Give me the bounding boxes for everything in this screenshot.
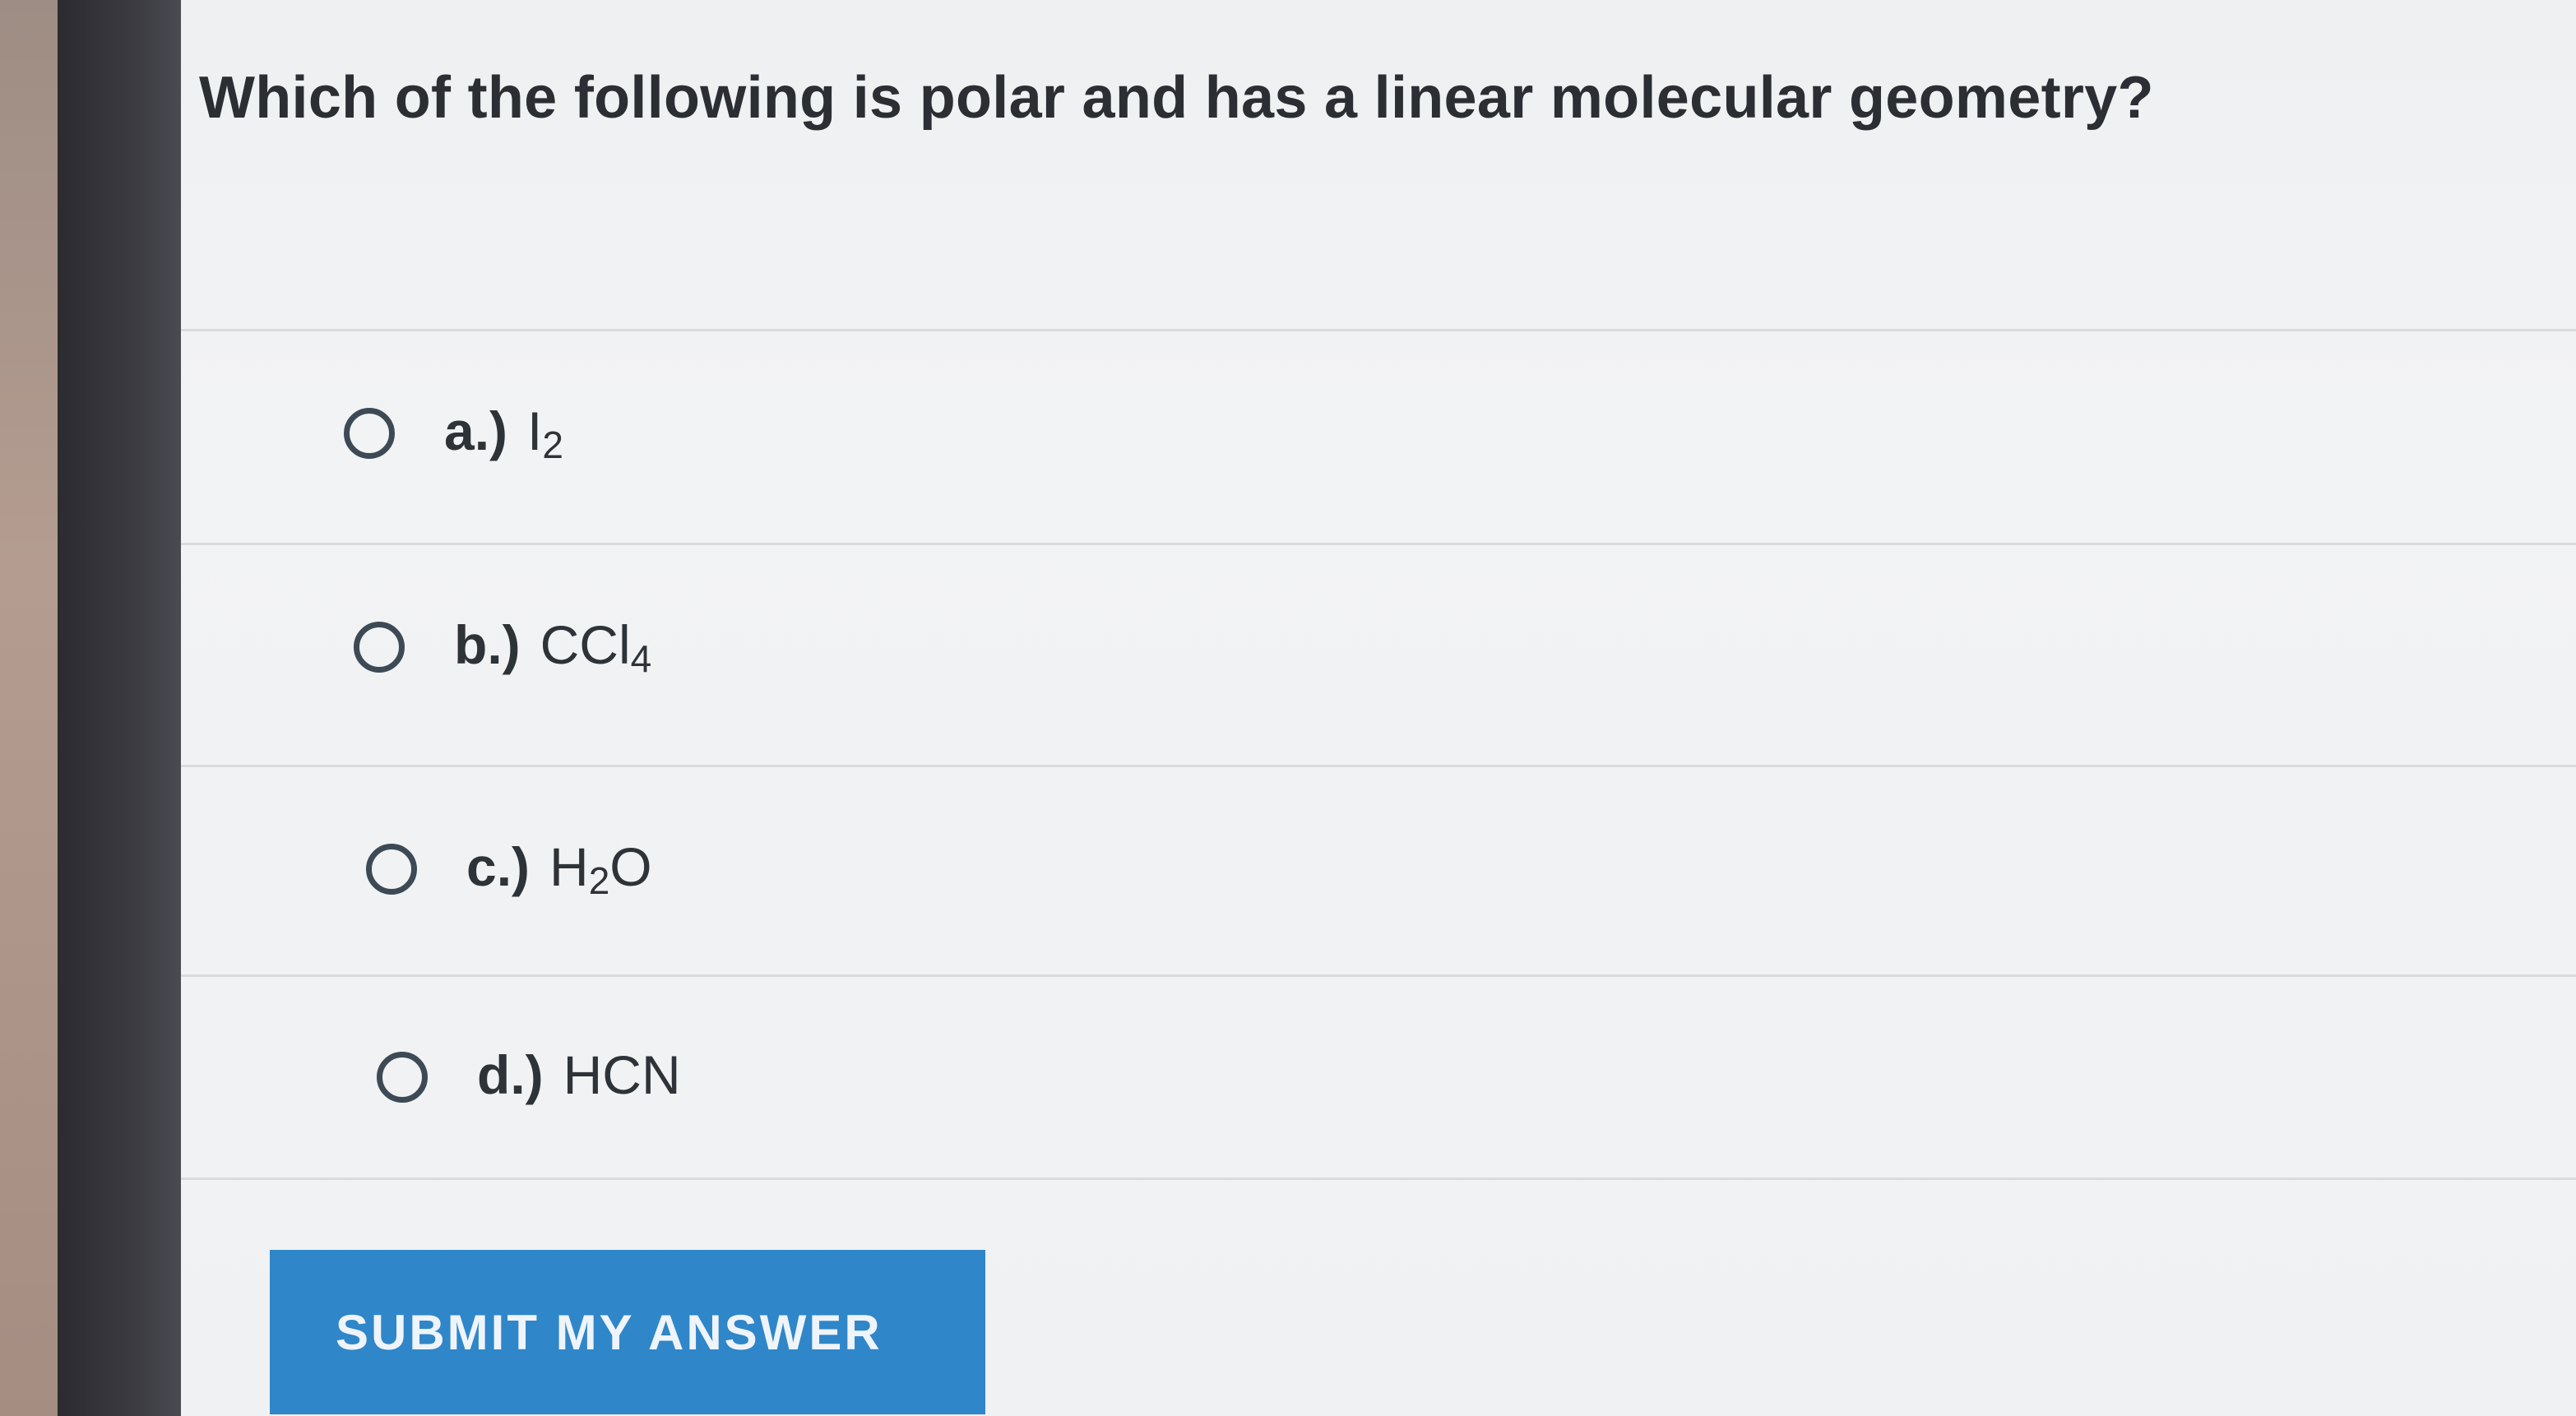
formula-d-main: HCN [563,1044,681,1105]
formula-b-main: CCl [540,613,631,675]
radio-button-b[interactable] [354,621,405,673]
option-label-c[interactable]: c.) H2O [466,835,652,903]
answer-option-a[interactable]: a.) I2 [181,329,2576,534]
formula-c-tail: O [609,835,652,897]
option-label-d[interactable]: d.) HCN [477,1043,681,1111]
radio-button-a[interactable] [344,407,395,459]
formula-b-subscript: 4 [630,636,652,680]
formula-c-subscript: 2 [588,858,610,902]
option-label-b[interactable]: b.) CCl4 [454,613,651,681]
answer-option-c[interactable]: c.) H2O [181,765,2576,970]
formula-c-main: H [549,835,589,897]
formula-a-subscript: 2 [542,423,563,466]
radio-button-d[interactable] [377,1052,428,1103]
answer-option-b[interactable]: b.) CCl4 [181,543,2576,748]
question-text: Which of the following is polar and has … [199,65,2154,131]
monitor-bezel [58,0,181,1416]
quiz-screen: Which of the following is polar and has … [181,0,2576,1416]
option-letter-c: c.) [466,835,530,897]
desk-background [0,0,58,1416]
option-letter-d: d.) [477,1044,544,1105]
option-letter-b: b.) [454,613,521,675]
option-letter-a: a.) [444,400,508,461]
formula-a-main: I [527,400,543,461]
option-label-a[interactable]: a.) I2 [444,400,563,467]
radio-button-c[interactable] [366,843,417,895]
answer-option-d[interactable]: d.) HCN [181,974,2576,1180]
submit-answer-button[interactable]: SUBMIT MY ANSWER [270,1250,985,1414]
